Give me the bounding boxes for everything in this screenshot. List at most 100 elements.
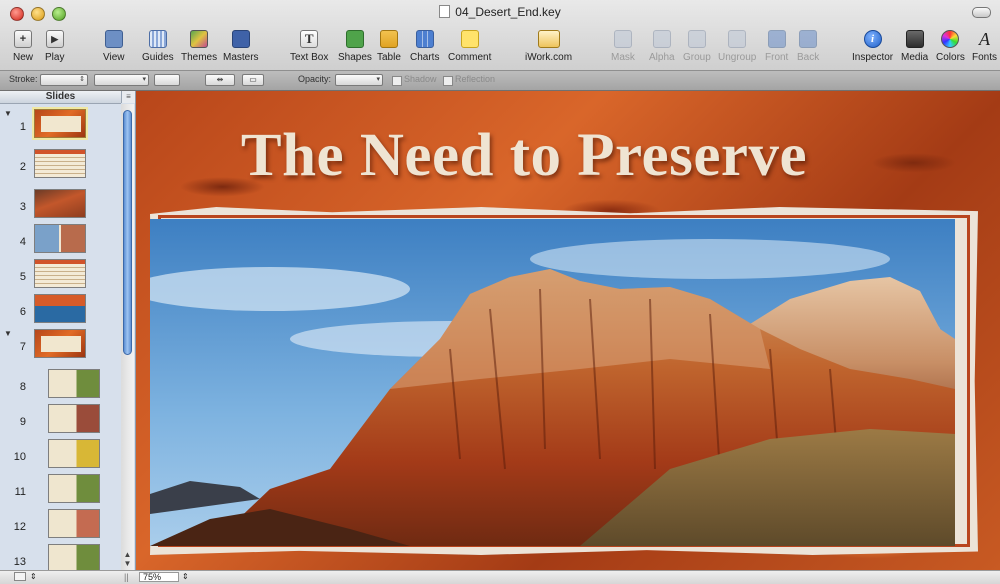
text-box-button[interactable]: T Text Box [290,30,328,63]
table-icon [379,30,398,48]
stroke-color-well[interactable] [154,74,180,86]
slide-number: 12 [13,521,26,533]
slide-row[interactable]: ▼ 1 [0,107,121,141]
slide-thumbnail[interactable] [48,404,100,433]
themes-label: Themes [181,52,218,63]
line-endpoints-button[interactable]: ⇹ [205,74,235,86]
media-button[interactable]: Media [901,30,928,63]
stroke-width-select[interactable]: ▾ [94,74,149,86]
masters-label: Masters [223,52,259,63]
slide-thumbnail[interactable] [48,474,100,503]
slide-row[interactable]: 6 [0,294,121,326]
masters-button[interactable]: Masters [223,30,259,63]
line-shape-button[interactable]: ▭ [242,74,264,86]
add-slide-button[interactable] [14,572,26,581]
guides-button[interactable]: Guides [142,30,174,63]
slide-row[interactable]: 13 [0,544,121,570]
slide-number: 9 [19,416,26,428]
shapes-label: Shapes [338,52,372,63]
slide-title[interactable]: The Need to Preserve [136,121,912,191]
window-title: 04_Desert_End.key [0,5,1000,19]
shadow-checkbox[interactable] [392,76,402,86]
slide-row[interactable]: 3 [0,189,121,221]
new-button[interactable]: + New [13,30,33,63]
ungroup-button[interactable]: Ungroup [718,30,756,63]
slide-thumbnail[interactable] [34,259,86,288]
stepper-icon[interactable]: ⇕ [30,572,37,581]
navigator-scrollbar[interactable]: ▲ ▼ [121,104,134,570]
view-icon [104,30,123,48]
play-button[interactable]: ▶ Play [45,30,64,63]
canyon-photo[interactable] [150,219,955,546]
colors-button[interactable]: Colors [936,30,965,63]
slide-number: 1 [19,121,26,133]
slide-row[interactable]: 4 [0,224,121,256]
slide-thumbnail[interactable] [32,107,88,140]
stroke-style-select[interactable]: ⇕ [40,74,88,86]
toolbar-toggle-button[interactable] [972,7,991,18]
slide-row[interactable]: 5 [0,259,121,291]
slide-number: 5 [19,271,26,283]
zoom-select[interactable]: 75% [139,572,179,582]
stroke-label: Stroke: [9,74,38,84]
masters-icon [231,30,250,48]
slide-thumbnail[interactable] [48,369,100,398]
back-button[interactable]: Back [797,30,819,63]
table-button[interactable]: Table [377,30,401,63]
slide-thumbnail[interactable] [34,224,86,253]
back-label: Back [797,52,820,63]
slide-thumbnail[interactable] [34,294,86,323]
mask-label: Mask [611,52,635,63]
opacity-select[interactable]: ▾ [335,74,383,86]
window-toolbar: 04_Desert_End.key + New ▶ Play View Guides… [0,0,1000,71]
slide-thumbnail[interactable] [48,544,100,570]
fonts-button[interactable]: A Fonts [972,29,997,64]
disclosure-triangle-icon[interactable]: ▼ [4,329,12,338]
iwork-button[interactable]: iWork.com [525,30,572,63]
navigator-options-button[interactable]: ≡ [121,91,135,103]
slide-number: 4 [19,236,26,248]
magic-wand-icon [652,30,671,48]
slide-row[interactable]: 9 [0,404,121,436]
slide-row[interactable]: 2 [0,149,121,181]
alpha-button[interactable]: Alpha [649,30,675,63]
status-bar: ⇕ || 75% ⇕ [0,570,1000,584]
charts-label: Charts [410,52,440,63]
opacity-label: Opacity: [298,74,332,84]
scroll-thumb[interactable] [123,110,132,355]
slide-thumbnail[interactable] [34,149,86,178]
new-label: New [13,52,34,63]
reflection-checkbox[interactable] [443,76,453,86]
slide-row[interactable]: 8 [0,369,121,401]
ungroup-label: Ungroup [718,52,757,63]
slide-row[interactable]: 10 [0,439,121,471]
group-button[interactable]: Group [683,30,711,63]
slide-thumbnail[interactable] [34,329,86,358]
themes-button[interactable]: Themes [181,30,217,63]
slide-row[interactable]: ▼ 7 [0,329,121,361]
slide-number: 7 [19,341,26,353]
pane-divider[interactable]: || [124,572,129,582]
slide-thumbnail[interactable] [48,509,100,538]
slide-navigator: Slides ≡ ▼123456▼7891011121314 ▲▼ [0,91,136,570]
disclosure-triangle-icon[interactable]: ▼ [4,109,12,118]
front-button[interactable]: Front [765,30,788,63]
themes-icon [190,30,209,48]
inspector-button[interactable]: i Inspector [852,30,893,63]
comment-button[interactable]: Comment [448,30,491,63]
shapes-button[interactable]: Shapes [338,30,372,63]
slide-canvas[interactable]: The Need to Preserve [136,91,1000,570]
slide-number: 8 [19,381,26,393]
slide-thumbnail[interactable] [34,189,86,218]
scroll-arrows[interactable]: ▲ ▼ [121,550,134,568]
shapes-icon [345,30,364,48]
view-button[interactable]: View [103,30,125,63]
zoom-stepper-icon[interactable]: ⇕ [182,572,189,581]
slide-row[interactable]: 11 [0,474,121,506]
mask-button[interactable]: Mask [611,30,635,63]
slide-number: 6 [19,306,26,318]
charts-button[interactable]: Charts [410,30,439,63]
slide-row[interactable]: 12 [0,509,121,541]
slide-number: 3 [19,201,26,213]
slide-thumbnail[interactable] [48,439,100,468]
